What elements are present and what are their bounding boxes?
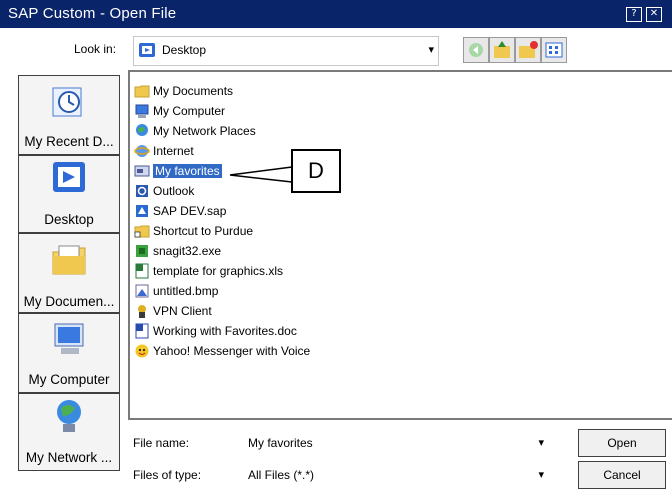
open-button[interactable]: Open: [578, 429, 666, 457]
file-type-label: Files of type:: [133, 468, 202, 482]
callout-leader-line: [229, 166, 293, 183]
callout-label: D: [291, 149, 341, 193]
file-name-combo[interactable]: My favorites ▾: [244, 430, 550, 456]
open-file-dialog: SAP Custom - Open File ? ✕ Look in: Desk…: [0, 0, 672, 504]
file-type-combo[interactable]: All Files (*.*) ▾: [244, 462, 550, 488]
file-type-value: All Files (*.*): [248, 468, 315, 482]
cancel-button[interactable]: Cancel: [578, 461, 666, 489]
dropdown-arrow-icon[interactable]: ▾: [538, 436, 544, 449]
file-name-value: My favorites: [248, 436, 313, 450]
file-name-label: File name:: [133, 436, 190, 450]
dropdown-arrow-icon[interactable]: ▾: [538, 468, 544, 481]
